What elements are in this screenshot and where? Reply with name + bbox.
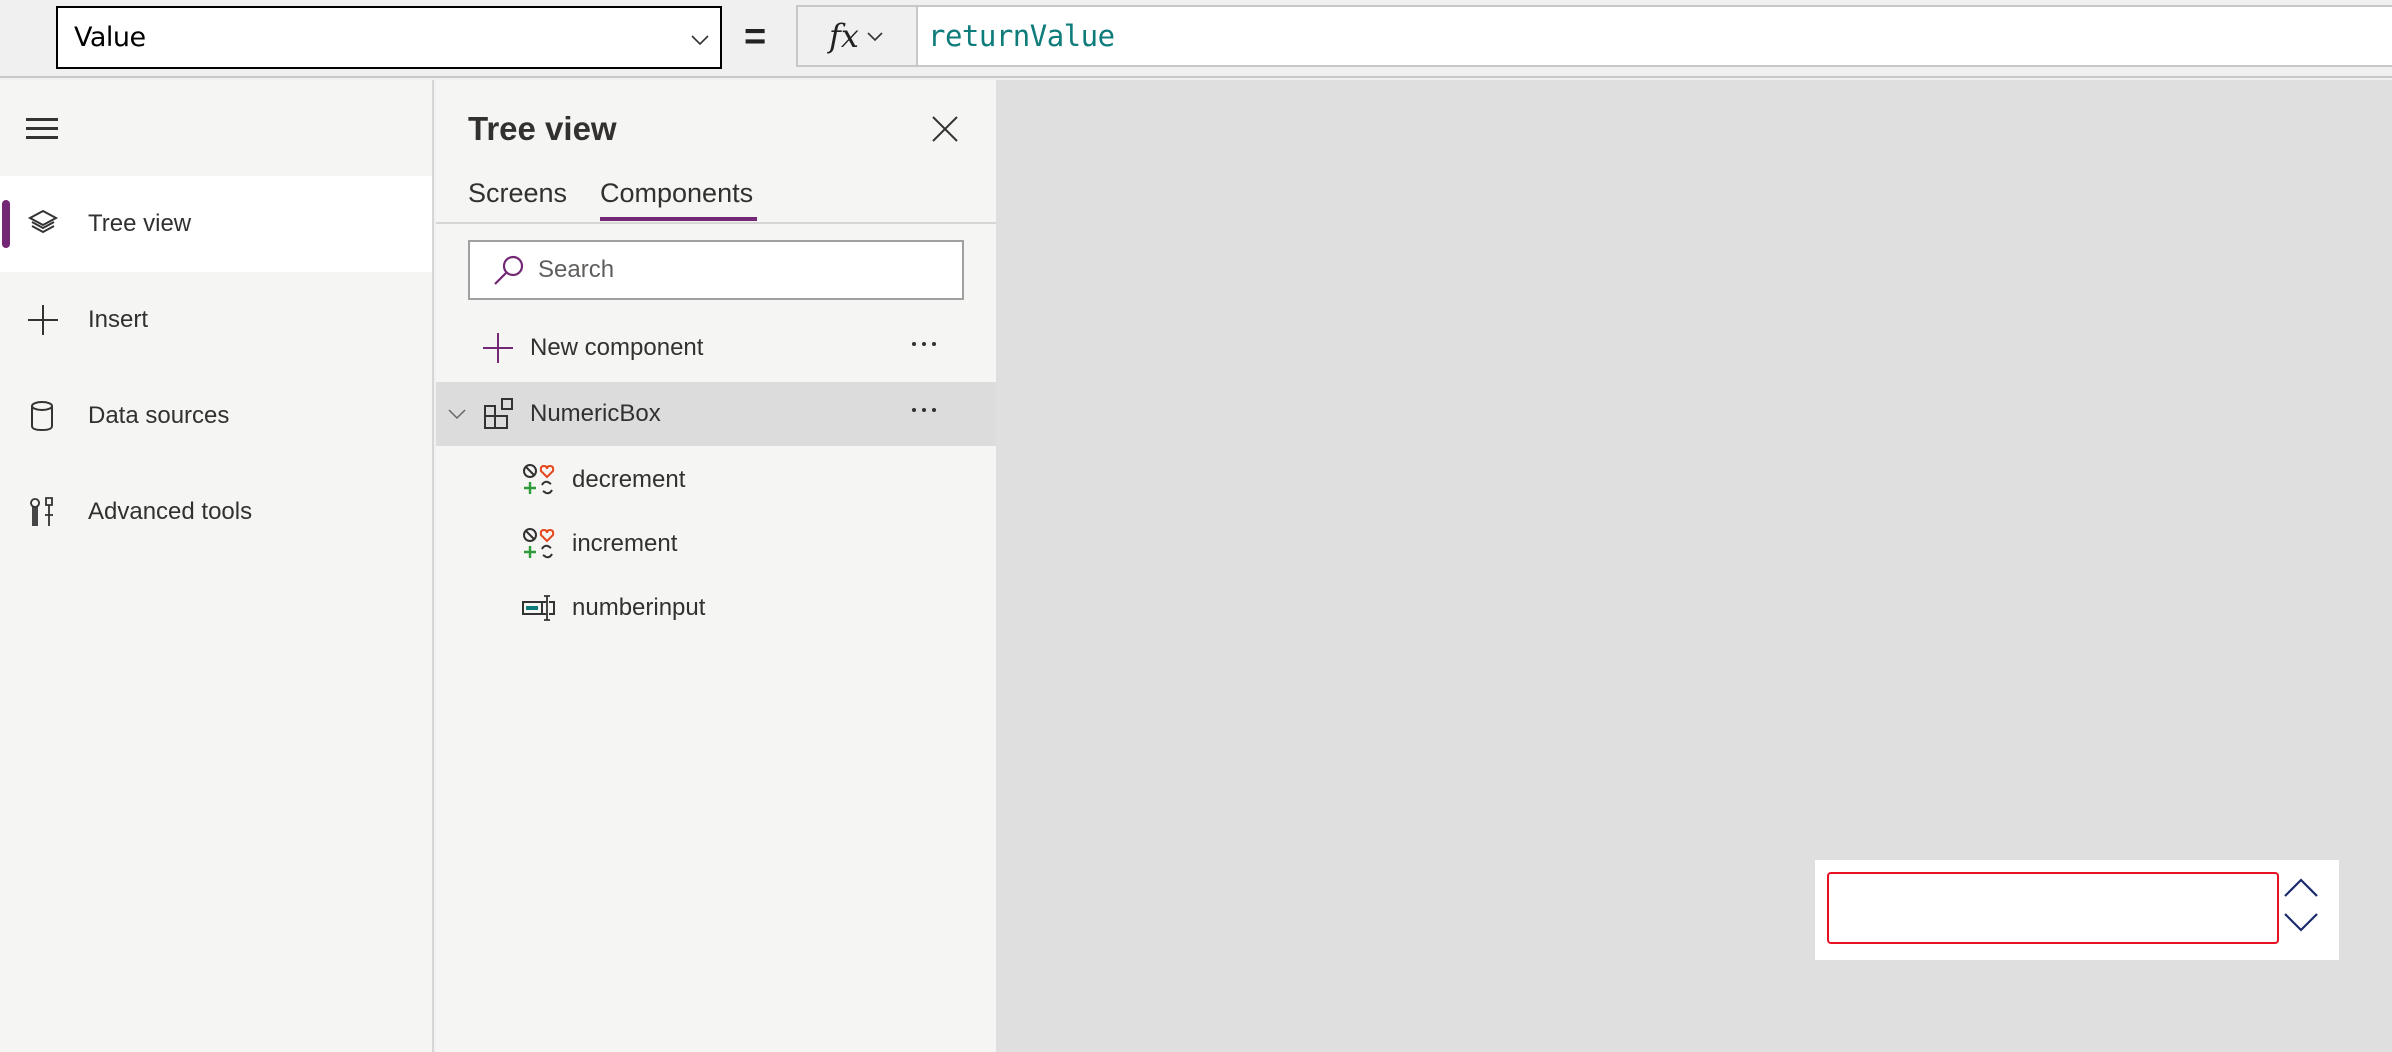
search-input[interactable] xyxy=(538,256,938,284)
tree-item-numberinput[interactable]: numberinput xyxy=(436,576,996,640)
formula-text: returnValue xyxy=(928,19,1115,53)
close-icon[interactable] xyxy=(930,114,960,144)
formula-bar: Value = fx returnValue xyxy=(0,0,2392,78)
plus-icon xyxy=(483,333,513,363)
panel-title: Tree view xyxy=(468,110,617,147)
button-control-icon xyxy=(523,528,555,559)
number-input[interactable] xyxy=(1827,872,2279,944)
tools-icon xyxy=(30,497,53,526)
layers-icon xyxy=(27,209,59,234)
button-control-icon xyxy=(523,464,555,495)
hamburger-menu-icon[interactable] xyxy=(26,118,58,142)
design-canvas[interactable] xyxy=(996,80,2392,1052)
nav-item-advanced-tools[interactable]: Advanced tools xyxy=(0,464,432,560)
tree-item-label: NumericBox xyxy=(530,400,661,427)
tab-components[interactable]: Components xyxy=(600,178,758,221)
property-dropdown[interactable]: Value xyxy=(56,6,722,69)
left-navigation: Tree view Insert Data sources Advanced t… xyxy=(0,80,434,1052)
increment-arrow-icon[interactable] xyxy=(2281,872,2321,902)
tree-item-label: decrement xyxy=(572,466,686,493)
tree-item-numericbox[interactable]: NumericBox xyxy=(436,382,996,446)
divider xyxy=(436,222,996,224)
nav-item-data-sources[interactable]: Data sources xyxy=(0,368,432,464)
nav-item-label: Tree view xyxy=(88,210,192,237)
new-component-button[interactable]: New component xyxy=(436,316,996,380)
numeric-box-component[interactable] xyxy=(1815,860,2339,960)
chevron-down-icon xyxy=(867,32,883,42)
chevron-down-icon xyxy=(691,35,709,46)
nav-item-insert[interactable]: Insert xyxy=(0,272,432,368)
property-dropdown-value: Value xyxy=(74,22,146,53)
search-box[interactable] xyxy=(468,240,964,300)
decrement-arrow-icon[interactable] xyxy=(2281,908,2321,938)
nav-item-label: Advanced tools xyxy=(88,498,253,525)
tree-item-label: numberinput xyxy=(572,594,706,621)
formula-input[interactable]: returnValue xyxy=(918,5,2392,67)
chevron-down-icon[interactable] xyxy=(446,403,468,425)
tree-item-label: increment xyxy=(572,530,678,557)
tree-item-increment[interactable]: increment xyxy=(436,512,996,576)
tree-item-decrement[interactable]: decrement xyxy=(436,448,996,512)
active-indicator xyxy=(2,200,10,248)
nav-item-tree-view[interactable]: Tree view xyxy=(0,176,432,272)
more-options-icon[interactable] xyxy=(912,398,952,422)
plus-icon xyxy=(28,305,58,335)
tree-view-panel: Tree view Screens Components New compone… xyxy=(436,80,996,1052)
text-input-icon xyxy=(522,595,555,621)
more-options-icon[interactable] xyxy=(912,332,952,356)
nav-item-label: Insert xyxy=(88,306,149,333)
component-icon xyxy=(484,398,513,429)
search-icon xyxy=(494,255,524,285)
database-icon xyxy=(31,401,53,432)
fx-icon: fx xyxy=(829,17,859,55)
new-component-label: New component xyxy=(530,334,704,361)
tab-screens[interactable]: Screens xyxy=(468,178,567,209)
fx-button[interactable]: fx xyxy=(796,5,918,67)
equals-sign: = xyxy=(744,16,767,58)
nav-item-label: Data sources xyxy=(88,402,230,429)
